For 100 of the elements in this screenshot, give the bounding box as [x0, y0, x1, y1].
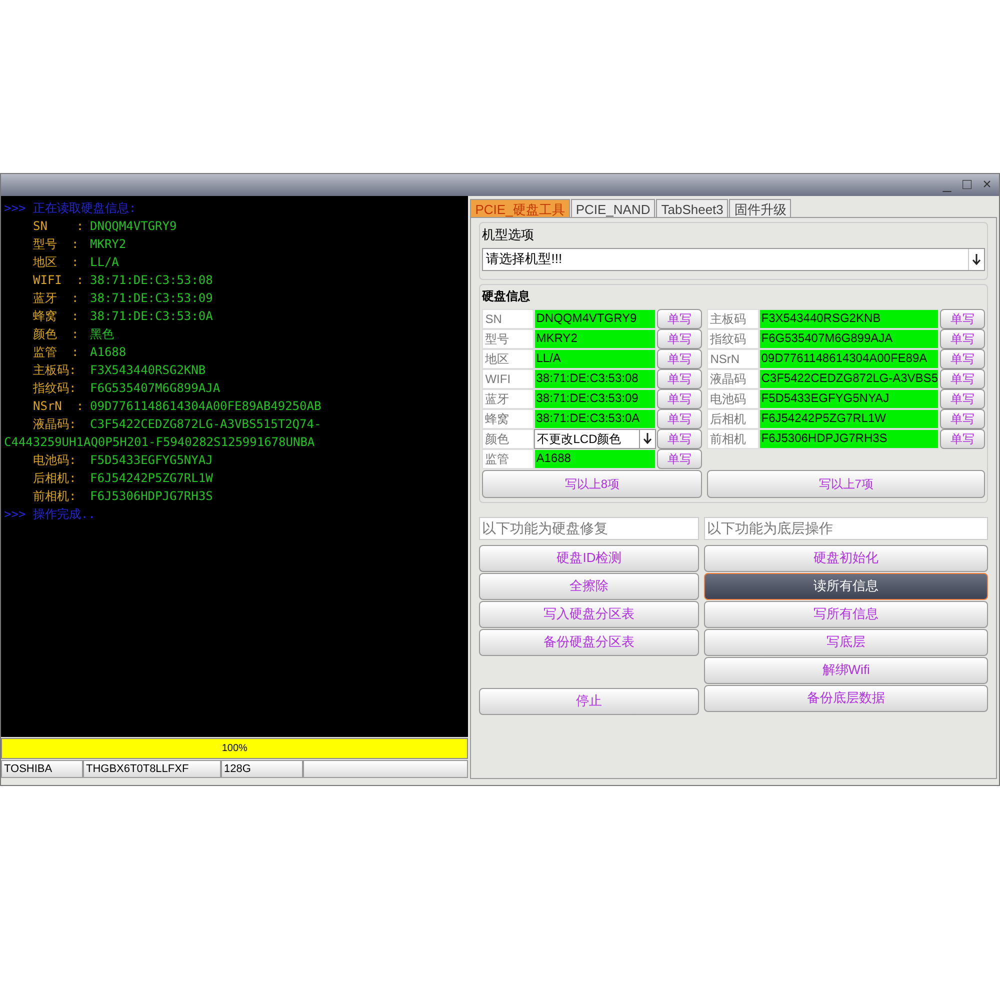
write-single-button[interactable]: 单写 — [657, 348, 702, 368]
value-field[interactable]: 38:71:DE:C3:53:08 — [534, 368, 656, 388]
value-field[interactable]: 38:71:DE:C3:53:0A — [534, 408, 656, 428]
console-value: 09D7761148614304A00FE89AB49250AB — [90, 398, 322, 415]
field-label: 指纹码 — [707, 328, 760, 348]
console-line: >>> 正在读取硬盘信息: — [3, 200, 136, 217]
field-label: 电池码 — [707, 388, 760, 408]
field-label: 颜色 — [482, 428, 534, 448]
write-single-button[interactable]: 单写 — [657, 428, 702, 448]
write-single-button[interactable]: 单写 — [940, 308, 985, 328]
model-dropdown[interactable]: 请选择机型!!! — [482, 248, 985, 270]
console-label: 主板码: — [32, 362, 78, 379]
write-single-button[interactable]: 单写 — [657, 408, 702, 428]
tab[interactable]: TabSheet3 — [656, 199, 728, 217]
write-button[interactable]: 写以上7项 — [707, 470, 985, 498]
status-cell: TOSHIBA — [1, 760, 83, 778]
minimize-button[interactable]: _ — [939, 177, 955, 193]
console-line: >>> 操作完成.. — [3, 506, 96, 523]
field-label: WIFI — [482, 368, 534, 388]
maximize-button[interactable]: □ — [959, 177, 975, 193]
field-label: 监管 — [482, 448, 534, 468]
write-single-button[interactable]: 单写 — [940, 388, 985, 408]
field-label: 液晶码 — [707, 368, 760, 388]
write-single-button[interactable]: 单写 — [657, 328, 702, 348]
stop-button[interactable]: 停止 — [479, 688, 700, 714]
tab[interactable]: PCIE_NAND — [570, 199, 656, 217]
console-value: C4443259UH1AQ0P5H201-F5940282S125991678UNBA — [3, 434, 315, 451]
action-button[interactable]: 备份底层数据 — [704, 684, 988, 712]
close-button[interactable]: × — [979, 177, 995, 193]
console-label: 电池码: — [32, 452, 78, 469]
action-button[interactable]: 读所有信息 — [704, 572, 988, 600]
write-single-button[interactable]: 单写 — [940, 368, 985, 388]
action-button[interactable]: 写所有信息 — [704, 600, 988, 628]
write-single-button[interactable]: 单写 — [657, 368, 702, 388]
console-label: 前相机: — [32, 488, 78, 505]
console-label: 地区 : — [32, 254, 80, 271]
color-dropdown[interactable]: 不更改LCD颜色 — [534, 428, 656, 448]
field-label: 地区 — [482, 348, 534, 368]
value-field[interactable]: MKRY2 — [534, 328, 656, 348]
console-label: 后相机: — [32, 470, 78, 487]
console-value: F6J5306HDPJG7RH3S — [90, 488, 213, 505]
console-value: LL/A — [90, 254, 119, 271]
write-single-button[interactable]: 单写 — [940, 328, 985, 348]
console-label: 蜂窝 : — [32, 308, 80, 325]
field-label: 蜂窝 — [482, 408, 534, 428]
write-single-button[interactable]: 单写 — [940, 348, 985, 368]
value-field[interactable]: 38:71:DE:C3:53:09 — [534, 388, 656, 408]
status-cell: 128G — [221, 760, 303, 778]
action-button[interactable]: 硬盘初始化 — [704, 544, 988, 572]
tab[interactable]: 固件升级 — [729, 199, 792, 217]
progress-text: 100% — [220, 742, 248, 756]
value-field[interactable]: F3X543440RSG2KNB — [759, 308, 939, 328]
value-field[interactable]: F5D5433EGFYG5NYAJ — [759, 388, 939, 408]
field-label: 蓝牙 — [482, 388, 534, 408]
field-label: NSrN — [707, 348, 760, 368]
console-value: F3X543440RSG2KNB — [90, 362, 206, 379]
console-value: DNQQM4VTGRY9 — [90, 218, 177, 235]
console-value: 38:71:DE:C3:53:0A — [90, 308, 213, 325]
console-value: F5D5433EGFYG5NYAJ — [90, 452, 213, 469]
value-field[interactable]: DNQQM4VTGRY9 — [534, 308, 656, 328]
field-label: 后相机 — [707, 408, 760, 428]
console-value: 38:71:DE:C3:53:08 — [90, 272, 213, 289]
console-label: 监管 : — [32, 344, 80, 361]
console-value: F6J54242P5ZG7RL1W — [90, 470, 213, 487]
value-field[interactable]: C3F5422CEDZG872LG-A3VBS5 — [759, 368, 939, 388]
field-label: 前相机 — [707, 428, 760, 448]
action-button[interactable]: 写底层 — [704, 628, 988, 656]
console-value: A1688 — [90, 344, 126, 361]
action-button[interactable]: 备份硬盘分区表 — [479, 628, 700, 656]
tab[interactable]: PCIE_硬盘工具 — [470, 199, 570, 217]
write-button[interactable]: 写以上8项 — [482, 470, 702, 498]
section-heading: 以下功能为底层操作 — [704, 516, 988, 540]
write-single-button[interactable]: 单写 — [940, 428, 985, 448]
dropdown-value: 请选择机型!!! — [485, 250, 564, 268]
action-button[interactable]: 硬盘ID检测 — [479, 544, 700, 572]
value-field[interactable]: 09D7761148614304A00FE89A — [759, 348, 939, 368]
console-label: 颜色 : — [32, 326, 80, 343]
write-single-button[interactable]: 单写 — [657, 448, 702, 468]
value-field[interactable]: F6G535407M6G899AJA — [759, 328, 939, 348]
field-label: 主板码 — [707, 308, 760, 328]
console-label: 蓝牙 : — [32, 290, 80, 307]
console-value: 黑色 — [90, 326, 114, 343]
console-label: 液晶码: — [32, 416, 78, 433]
console-label: 型号 : — [32, 236, 80, 253]
write-single-button[interactable]: 单写 — [657, 308, 702, 328]
console-label: WIFI : — [32, 272, 85, 289]
value-field[interactable]: A1688 — [534, 448, 656, 468]
section-heading: 以下功能为硬盘修复 — [479, 516, 700, 540]
action-button[interactable]: 写入硬盘分区表 — [479, 600, 700, 628]
action-button[interactable]: 解绑Wifi — [704, 656, 988, 684]
value-field[interactable]: F6J5306HDPJG7RH3S — [759, 428, 939, 448]
write-single-button[interactable]: 单写 — [940, 408, 985, 428]
console-label: 指纹码: — [32, 380, 78, 397]
action-button[interactable]: 全擦除 — [479, 572, 700, 600]
value-field[interactable]: LL/A — [534, 348, 656, 368]
write-single-button[interactable]: 单写 — [657, 388, 702, 408]
console-label: SN : — [32, 218, 85, 235]
field-label: 型号 — [482, 328, 534, 348]
console-value: MKRY2 — [90, 236, 126, 253]
value-field[interactable]: F6J54242P5ZG7RL1W — [759, 408, 939, 428]
